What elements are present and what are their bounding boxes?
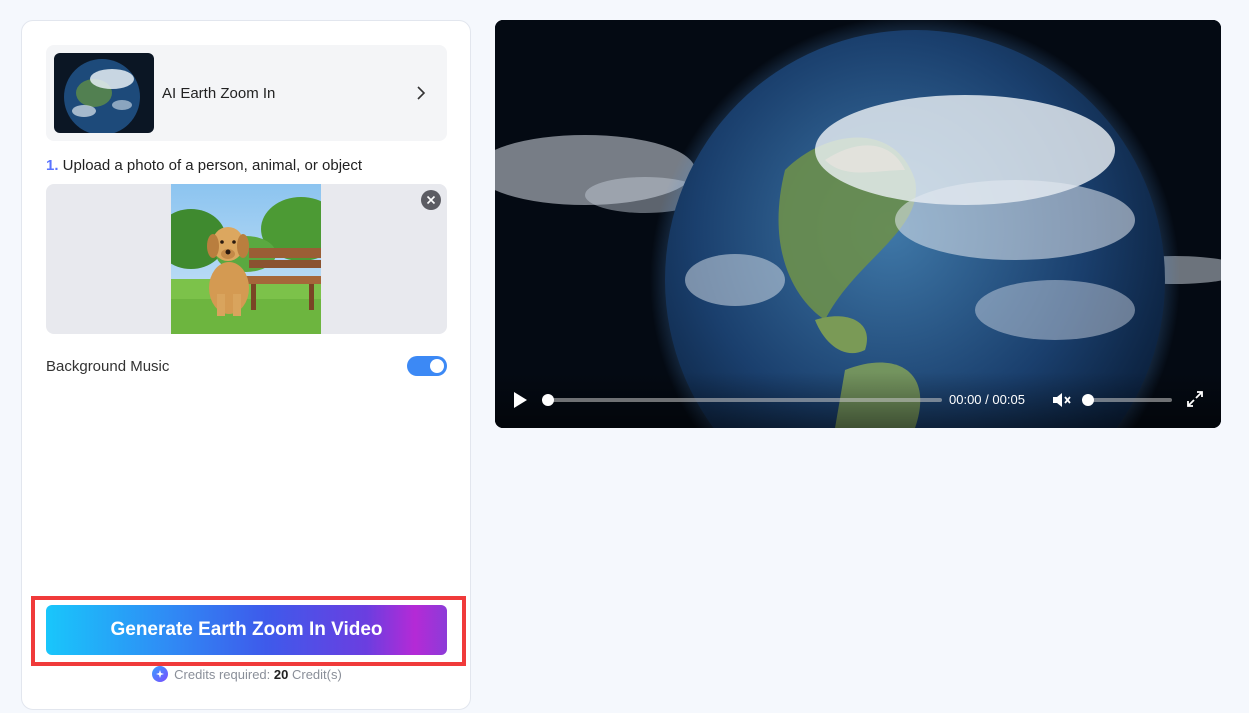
remove-photo-button[interactable] bbox=[421, 190, 441, 210]
volume-muted-icon bbox=[1053, 393, 1071, 407]
toggle-knob bbox=[430, 359, 444, 373]
credits-prefix: Credits required: bbox=[174, 666, 274, 682]
dog-on-grass-photo bbox=[156, 184, 341, 334]
step-number: 1. bbox=[46, 157, 59, 174]
credits-info: Credits required: 20 Credit(s) bbox=[22, 666, 472, 682]
time-display: 00:00 / 00:05 bbox=[949, 392, 1025, 407]
effect-selector[interactable]: AI Earth Zoom In bbox=[46, 45, 447, 141]
chevron-right-icon bbox=[411, 83, 431, 103]
volume-knob[interactable] bbox=[1082, 394, 1094, 406]
time-separator: / bbox=[981, 392, 993, 407]
earth-thumbnail bbox=[54, 53, 154, 133]
upload-step-label: 1. Upload a photo of a person, animal, o… bbox=[46, 157, 362, 174]
video-controls: 00:00 / 00:05 bbox=[495, 372, 1221, 428]
progress-bar[interactable] bbox=[542, 394, 942, 406]
close-circle-icon bbox=[426, 195, 436, 205]
upload-area[interactable] bbox=[46, 184, 447, 334]
background-music-row: Background Music bbox=[46, 354, 447, 378]
credit-coin-icon bbox=[152, 666, 169, 682]
background-music-toggle[interactable] bbox=[407, 356, 447, 376]
play-button[interactable] bbox=[510, 390, 530, 410]
generate-video-button[interactable]: Generate Earth Zoom In Video bbox=[46, 605, 447, 655]
background-music-label: Background Music bbox=[46, 357, 170, 375]
credits-amount: 20 bbox=[273, 666, 289, 682]
current-time: 00:00 bbox=[949, 392, 982, 407]
volume-slider[interactable] bbox=[1082, 394, 1172, 406]
step-text: Upload a photo of a person, animal, or o… bbox=[58, 157, 363, 174]
earth-video-frame bbox=[495, 20, 1221, 428]
duration: 00:05 bbox=[992, 392, 1025, 407]
mute-button[interactable] bbox=[1051, 390, 1073, 410]
video-player[interactable]: 00:00 / 00:05 bbox=[495, 20, 1221, 428]
credits-suffix: Credit(s) bbox=[288, 666, 342, 682]
fullscreen-button[interactable] bbox=[1185, 389, 1205, 409]
progress-knob[interactable] bbox=[542, 394, 554, 406]
play-icon bbox=[514, 392, 527, 408]
settings-panel: AI Earth Zoom In 1. Upload a photo of a … bbox=[21, 20, 471, 710]
fullscreen-icon bbox=[1187, 391, 1203, 407]
effect-title: AI Earth Zoom In bbox=[162, 84, 276, 102]
